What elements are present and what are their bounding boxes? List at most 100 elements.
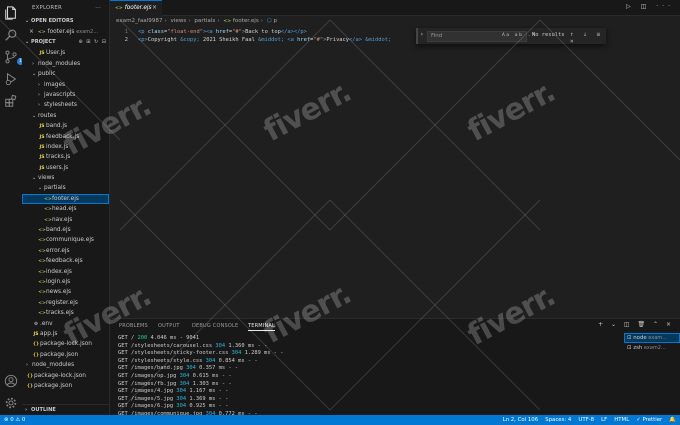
tab-footer-ejs[interactable]: <> footer.ejs × (110, 0, 162, 16)
status-item[interactable]: Ln 2, Col 106 (503, 417, 539, 423)
folder-item[interactable]: › stylesheets (22, 100, 109, 110)
folder-item[interactable]: ⌄ partials (22, 183, 109, 193)
file-item[interactable]: JSapp.js (22, 329, 109, 339)
explorer-actions-icons[interactable]: ⊕ ⊞ ↻ ⊟ (78, 37, 107, 48)
project-header[interactable]: ⌄ PROJECT ⊕ ⊞ ↻ ⊟ (22, 37, 109, 48)
file-item[interactable]: <>feedback.ejs (22, 256, 109, 266)
file-item[interactable]: <>tracks.ejs (22, 308, 109, 318)
file-item[interactable]: <>head.ejs (22, 204, 109, 214)
file-tree: JSUser.js › node_modules ⌄ public › images › jav… (22, 48, 109, 391)
open-editors-header[interactable]: ⌄ OPEN EDITORS (22, 16, 109, 27)
file-item[interactable]: <>index.ejs (22, 267, 109, 277)
tree-item-label: javascripts (44, 91, 76, 98)
toggle-replace-icon[interactable]: › (420, 31, 424, 38)
file-item[interactable]: <>login.ejs (22, 277, 109, 287)
file-item[interactable]: {}package.json (22, 381, 109, 391)
ejs-file-icon: <> (38, 238, 46, 244)
file-item[interactable]: {}package-lock.json (22, 371, 109, 381)
breadcrumb-item[interactable]: views (171, 18, 187, 24)
js-file-icon: JS (39, 124, 45, 130)
file-item[interactable]: JSfeedback.js (22, 132, 109, 142)
file-item[interactable]: JSindex.js (22, 142, 109, 152)
tab-problems[interactable]: PROBLEMS (119, 323, 148, 329)
file-item[interactable]: <>nav.ejs (22, 215, 109, 225)
folder-item[interactable]: ⌄ public (22, 69, 109, 79)
terminal-timing: 4.046 ms - 9041 (147, 335, 200, 341)
folder-item[interactable]: › javascripts (22, 90, 109, 100)
line-number: 1 (124, 29, 128, 35)
file-item[interactable]: JSUser.js (22, 48, 109, 58)
file-item[interactable]: JStracks.js (22, 152, 109, 162)
tab-output[interactable]: OUTPUT (158, 323, 180, 329)
status-item[interactable]: UTF-8 (578, 417, 594, 423)
terminal-instance[interactable]: ⊡ zsh exam2... (624, 343, 680, 353)
file-item[interactable]: <>news.ejs (22, 287, 109, 297)
search-icon[interactable] (4, 28, 18, 42)
tab-debug-console[interactable]: DEBUG CONSOLE (192, 323, 238, 329)
status-item[interactable]: Spaces: 4 (545, 417, 571, 423)
folder-item[interactable]: › node_modules (22, 360, 109, 370)
source-control-icon[interactable]: 1 (4, 50, 24, 65)
tab-terminal[interactable]: TERMINAL (248, 323, 276, 331)
code-editor[interactable]: 1 <p class="float-end"><a href="#">Back t… (110, 26, 680, 318)
file-item[interactable]: JSusers.js (22, 163, 109, 173)
tree-item-label: footer.ejs (52, 195, 79, 202)
folder-item[interactable]: › node_modules (22, 59, 109, 69)
status-item[interactable]: HTML (614, 417, 629, 423)
tree-item-label: node_modules (32, 362, 75, 369)
file-item[interactable]: {}package.json (22, 350, 109, 360)
problems-status[interactable]: ⊗ 0 ⚠ 0 (4, 415, 25, 425)
find-navigation-icons[interactable]: ↑ ↓ ≡ × (570, 31, 606, 45)
explorer-sidebar: EXPLORER ··· ⌄ OPEN EDITORS × <> footer.e… (22, 0, 110, 415)
breadcrumb-item[interactable]: exam2_faal9987 (116, 18, 163, 24)
code-token: &middot; (258, 37, 285, 43)
status-item[interactable]: LF (601, 417, 607, 423)
terminal-cwd: exam... (646, 335, 667, 341)
status-item[interactable]: ✓ Prettier (636, 417, 662, 423)
breadcrumb-item[interactable]: partials (194, 18, 215, 24)
tree-item-label: routes (38, 112, 57, 119)
tree-item-label: feedback.js (46, 133, 80, 140)
tab-close-icon[interactable]: × (152, 1, 157, 16)
tree-item-label: package.json (34, 382, 73, 389)
terminal-request: GET /images/5.jpg (118, 395, 177, 402)
terminal-cwd: exam2... (642, 345, 666, 351)
file-item[interactable]: <>error.ejs (22, 246, 109, 256)
outline-section[interactable]: › OUTLINE (22, 404, 109, 415)
file-item[interactable]: <>footer.ejs (22, 193, 109, 205)
status-code: 200 (137, 335, 148, 341)
code-token: </a></p> (280, 29, 307, 35)
explorer-more-icon[interactable]: ··· (95, 0, 101, 16)
file-item[interactable]: {}package-lock.json (22, 339, 109, 349)
file-item[interactable]: JSband.js (22, 121, 109, 131)
folder-item[interactable]: › images (22, 80, 109, 90)
terminal-output[interactable]: GET / 200 4.046 ms - 9041 GET /stylesheet… (118, 335, 618, 425)
extensions-icon[interactable] (4, 94, 18, 108)
terminal-line: GET /images/4.jpg 304 1.167 ms - - (118, 388, 618, 396)
close-icon[interactable]: × (29, 29, 34, 35)
outline-header[interactable]: › OUTLINE (22, 405, 109, 415)
terminal-timing: 0.615 ms - - (189, 372, 232, 379)
terminal-instance[interactable]: ⊡ node exam... (624, 333, 680, 343)
settings-gear-icon[interactable] (4, 396, 18, 410)
status-item[interactable]: 🔔 (669, 417, 676, 423)
open-editor-item[interactable]: × <> footer.ejs exam2... (22, 27, 109, 37)
run-debug-icon[interactable] (4, 72, 18, 86)
tree-item-label: package-lock.json (34, 372, 86, 379)
js-file-icon: JS (39, 51, 45, 57)
folder-item[interactable]: ⌄ routes (22, 111, 109, 121)
file-item[interactable]: ⚙ .env (22, 319, 109, 329)
file-item[interactable]: <>register.ejs (22, 298, 109, 308)
terminal-name: zsh (633, 345, 643, 351)
file-item[interactable]: <>communique.ejs (22, 235, 109, 245)
files-icon[interactable] (4, 6, 18, 20)
account-icon[interactable] (4, 374, 18, 388)
panel-actions[interactable]: + ⌄ ◫ 🗑 ⌃ × (598, 321, 674, 328)
breadcrumb-item[interactable]: p (273, 18, 277, 24)
ejs-file-icon: <> (38, 259, 46, 265)
breadcrumb-item[interactable]: footer.ejs (233, 18, 259, 24)
file-item[interactable]: <>band.ejs (22, 225, 109, 235)
folder-item[interactable]: ⌄ views (22, 173, 109, 183)
editor-actions[interactable]: ▷ ◫ ··· (626, 3, 674, 10)
terminal-name: node (633, 335, 647, 341)
